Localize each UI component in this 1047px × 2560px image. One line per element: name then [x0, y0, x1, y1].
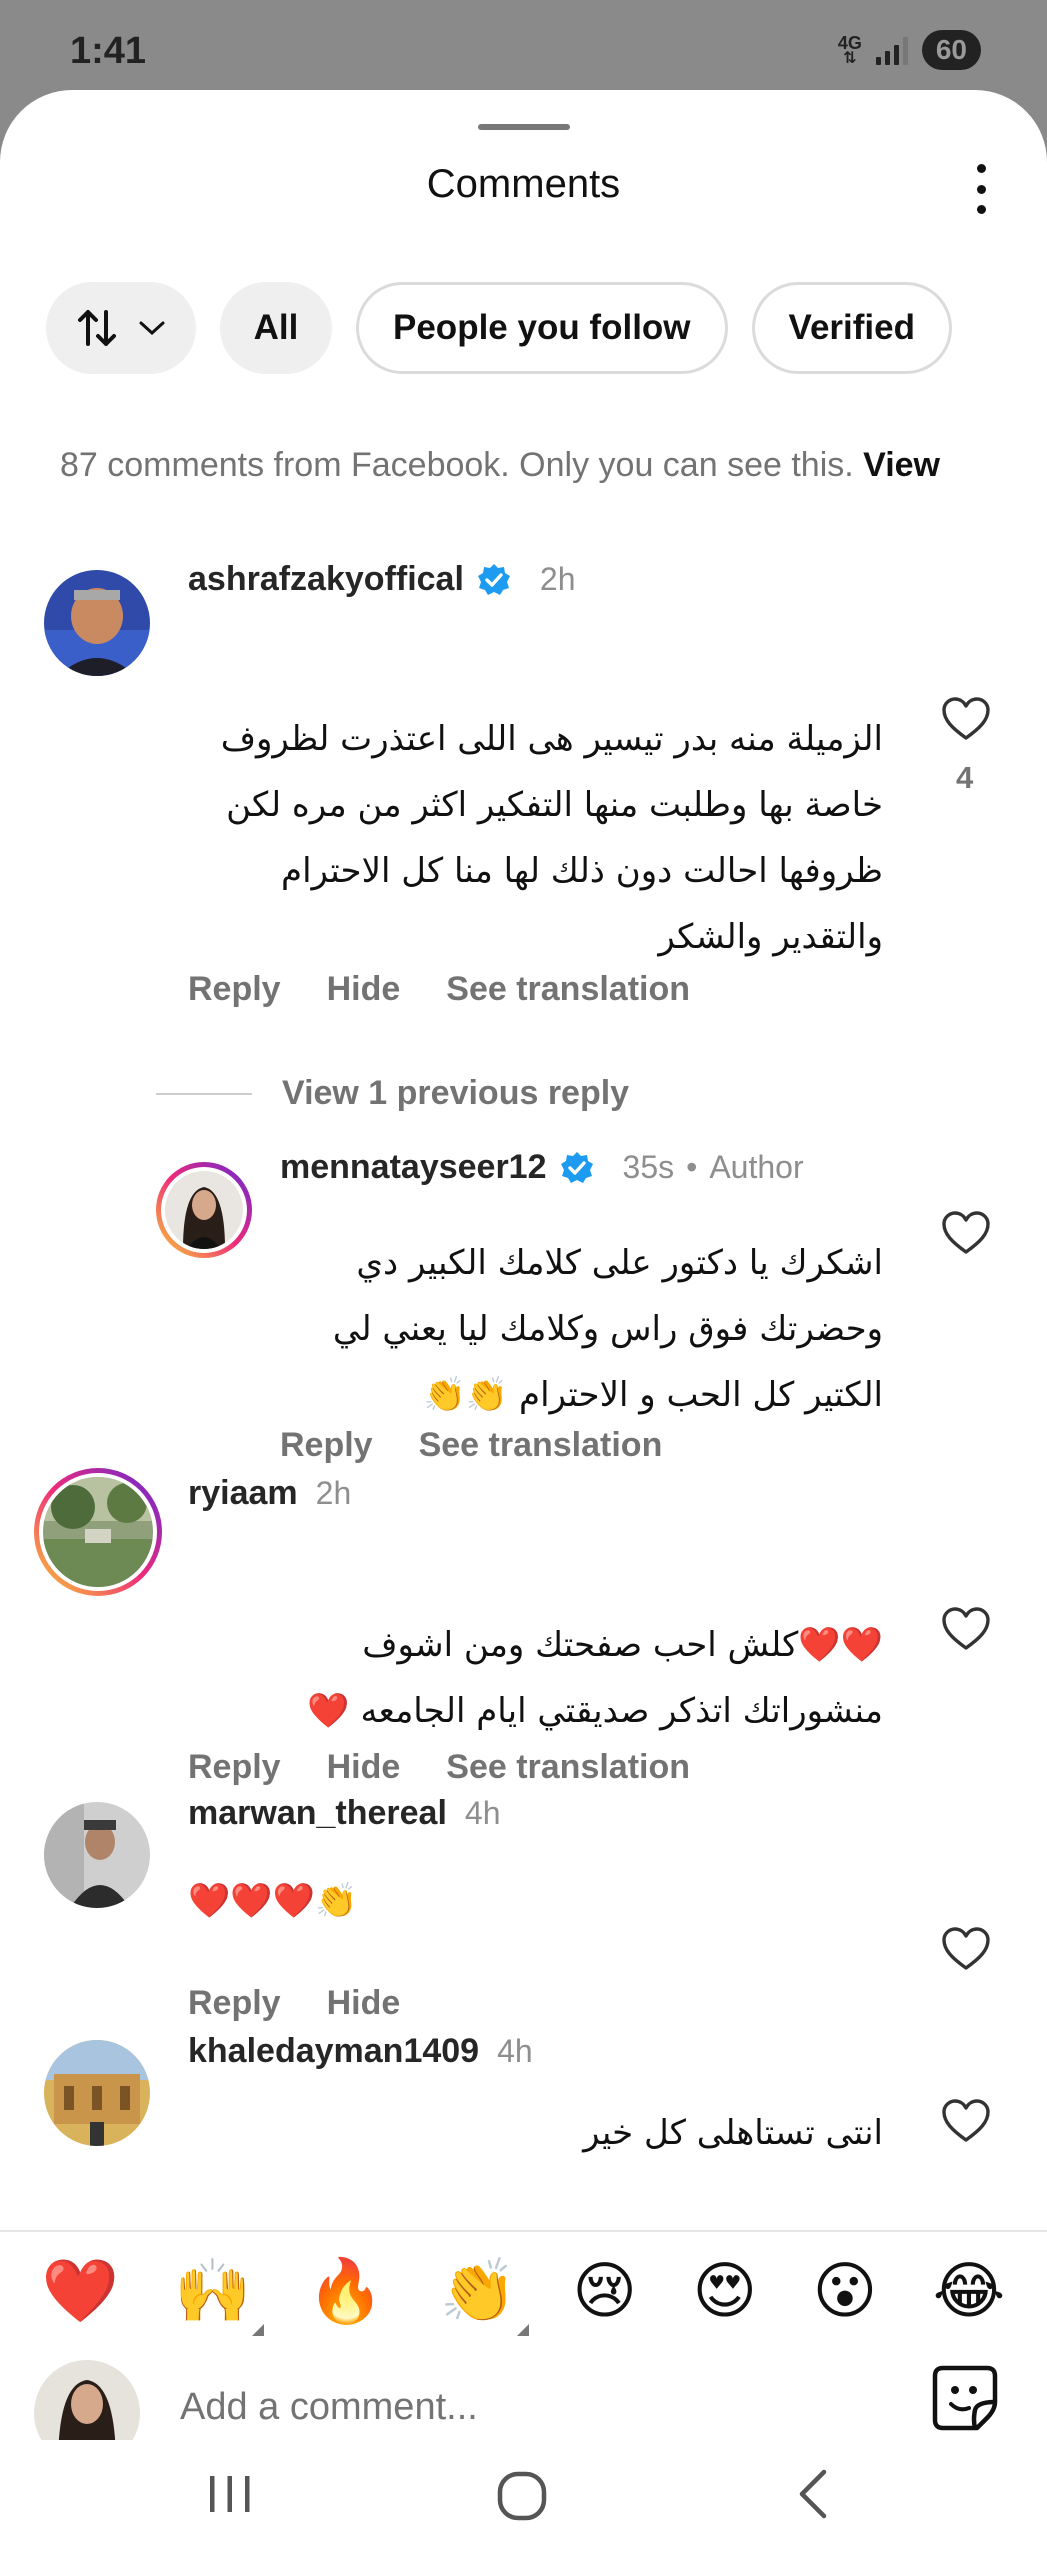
signal-icon: [875, 35, 908, 65]
status-time: 1:41: [70, 30, 147, 72]
like-count: 4: [956, 760, 974, 795]
sort-arrows-icon: [78, 310, 116, 346]
system-navigation-bar: [0, 2440, 1047, 2560]
verified-badge-icon: [560, 1151, 593, 1183]
facebook-view-link[interactable]: View: [863, 446, 940, 484]
reply-button[interactable]: Reply: [188, 1984, 281, 2023]
view-replies-label[interactable]: View 1 previous reply: [282, 1074, 629, 1113]
comments-sheet: Comments All People you follow Verified …: [0, 90, 1047, 2560]
reaction-heart-emoji[interactable]: ❤️: [42, 2256, 119, 2326]
comment-time: 4h: [497, 2033, 533, 2069]
comment-text: انتى تستاهلى كل خير: [583, 2113, 883, 2153]
hide-button[interactable]: Hide: [327, 1748, 401, 1787]
filter-chips: All People you follow Verified: [46, 282, 952, 374]
facebook-comments-note: 87 comments from Facebook. Only you can …: [60, 446, 940, 485]
comment-time: 4h: [464, 1795, 501, 1831]
hide-button[interactable]: Hide: [327, 1984, 401, 2023]
view-previous-replies[interactable]: View 1 previous reply: [156, 1074, 629, 1113]
heart-icon[interactable]: [940, 1926, 992, 1972]
see-translation-button[interactable]: See translation: [446, 970, 690, 1009]
home-icon[interactable]: [490, 2464, 554, 2528]
comment-username[interactable]: marwan_thereal: [188, 1794, 447, 1833]
heart-icon[interactable]: [940, 2098, 992, 2144]
reaction-heart-eyes-emoji[interactable]: 😍: [693, 2256, 758, 2326]
see-translation-button[interactable]: See translation: [446, 1748, 690, 1787]
chevron-down-icon: [139, 321, 165, 336]
comment-text: ❤️❤️كلش احب صفحتك ومن اشوف منشوراتك اتذك…: [307, 1625, 883, 1731]
back-icon[interactable]: [786, 2464, 846, 2524]
more-variants-indicator: [516, 2324, 529, 2336]
comment-time: 35s: [622, 1149, 675, 1185]
reaction-clap-emoji[interactable]: 👏: [440, 2256, 529, 2336]
sticker-icon[interactable]: [929, 2362, 1001, 2434]
sheet-title: Comments: [426, 162, 621, 206]
comment-username[interactable]: khaledayman1409: [188, 2032, 479, 2071]
drag-handle[interactable]: [478, 124, 570, 130]
reaction-surprised-emoji[interactable]: 😮: [813, 2256, 878, 2326]
filter-verified-chip[interactable]: Verified: [751, 282, 952, 374]
status-bar: 1:41 4G ⇅ 60: [0, 0, 1047, 100]
more-variants-indicator: [251, 2324, 264, 2336]
heart-icon[interactable]: [940, 1210, 992, 1256]
avatar[interactable]: [44, 2040, 150, 2146]
comment-username[interactable]: mennatayseer12: [280, 1148, 547, 1187]
reply-button[interactable]: Reply: [280, 1426, 373, 1465]
comment-text: ❤️❤️❤️👏: [188, 1881, 358, 1921]
separator-dot: •: [686, 1149, 698, 1185]
heart-icon[interactable]: [940, 696, 992, 742]
avatar[interactable]: [34, 1468, 162, 1596]
sort-button[interactable]: [46, 282, 196, 374]
comment-username[interactable]: ashrafzakyoffical: [188, 560, 464, 599]
recent-apps-icon[interactable]: [200, 2464, 260, 2524]
comment-time: 2h: [315, 1475, 352, 1511]
author-label: Author: [709, 1149, 804, 1185]
reaction-crying-emoji[interactable]: 😢: [572, 2256, 637, 2326]
heart-icon[interactable]: [940, 1606, 992, 1652]
reply-button[interactable]: Reply: [188, 970, 281, 1009]
comment-text: الزميلة منه بدر تيسير هى اللى اعتذرت لظر…: [220, 719, 883, 957]
avatar[interactable]: [44, 1802, 150, 1908]
hide-button[interactable]: Hide: [327, 970, 401, 1009]
reaction-laughing-emoji[interactable]: 😂: [933, 2256, 1005, 2326]
reply-button[interactable]: Reply: [188, 1748, 281, 1787]
status-indicators: 4G ⇅ 60: [838, 30, 981, 70]
see-translation-button[interactable]: See translation: [419, 1426, 663, 1465]
more-options-icon[interactable]: [971, 164, 991, 214]
battery-indicator: 60: [921, 30, 981, 70]
quick-reactions-bar: ❤️ 🙌 🔥 👏 😢 😍 😮 😂: [0, 2230, 1047, 2350]
reaction-raised-hands-emoji[interactable]: 🙌: [174, 2256, 264, 2336]
reaction-fire-emoji[interactable]: 🔥: [307, 2256, 384, 2326]
comment-time: 2h: [539, 561, 576, 597]
facebook-note-text: 87 comments from Facebook. Only you can …: [60, 446, 854, 484]
comment-text: اشكرك يا دكتور على كلامك الكبير دي وحضرت…: [332, 1243, 883, 1415]
network-type: 4G ⇅: [837, 33, 862, 67]
filter-following-chip[interactable]: People you follow: [356, 282, 728, 374]
comment-username[interactable]: ryiaam: [188, 1474, 298, 1513]
divider: [156, 1092, 252, 1095]
comment-input[interactable]: Add a comment...: [180, 2386, 478, 2429]
avatar[interactable]: [44, 570, 150, 676]
filter-all-chip[interactable]: All: [220, 282, 332, 374]
verified-badge-icon: [477, 563, 510, 595]
